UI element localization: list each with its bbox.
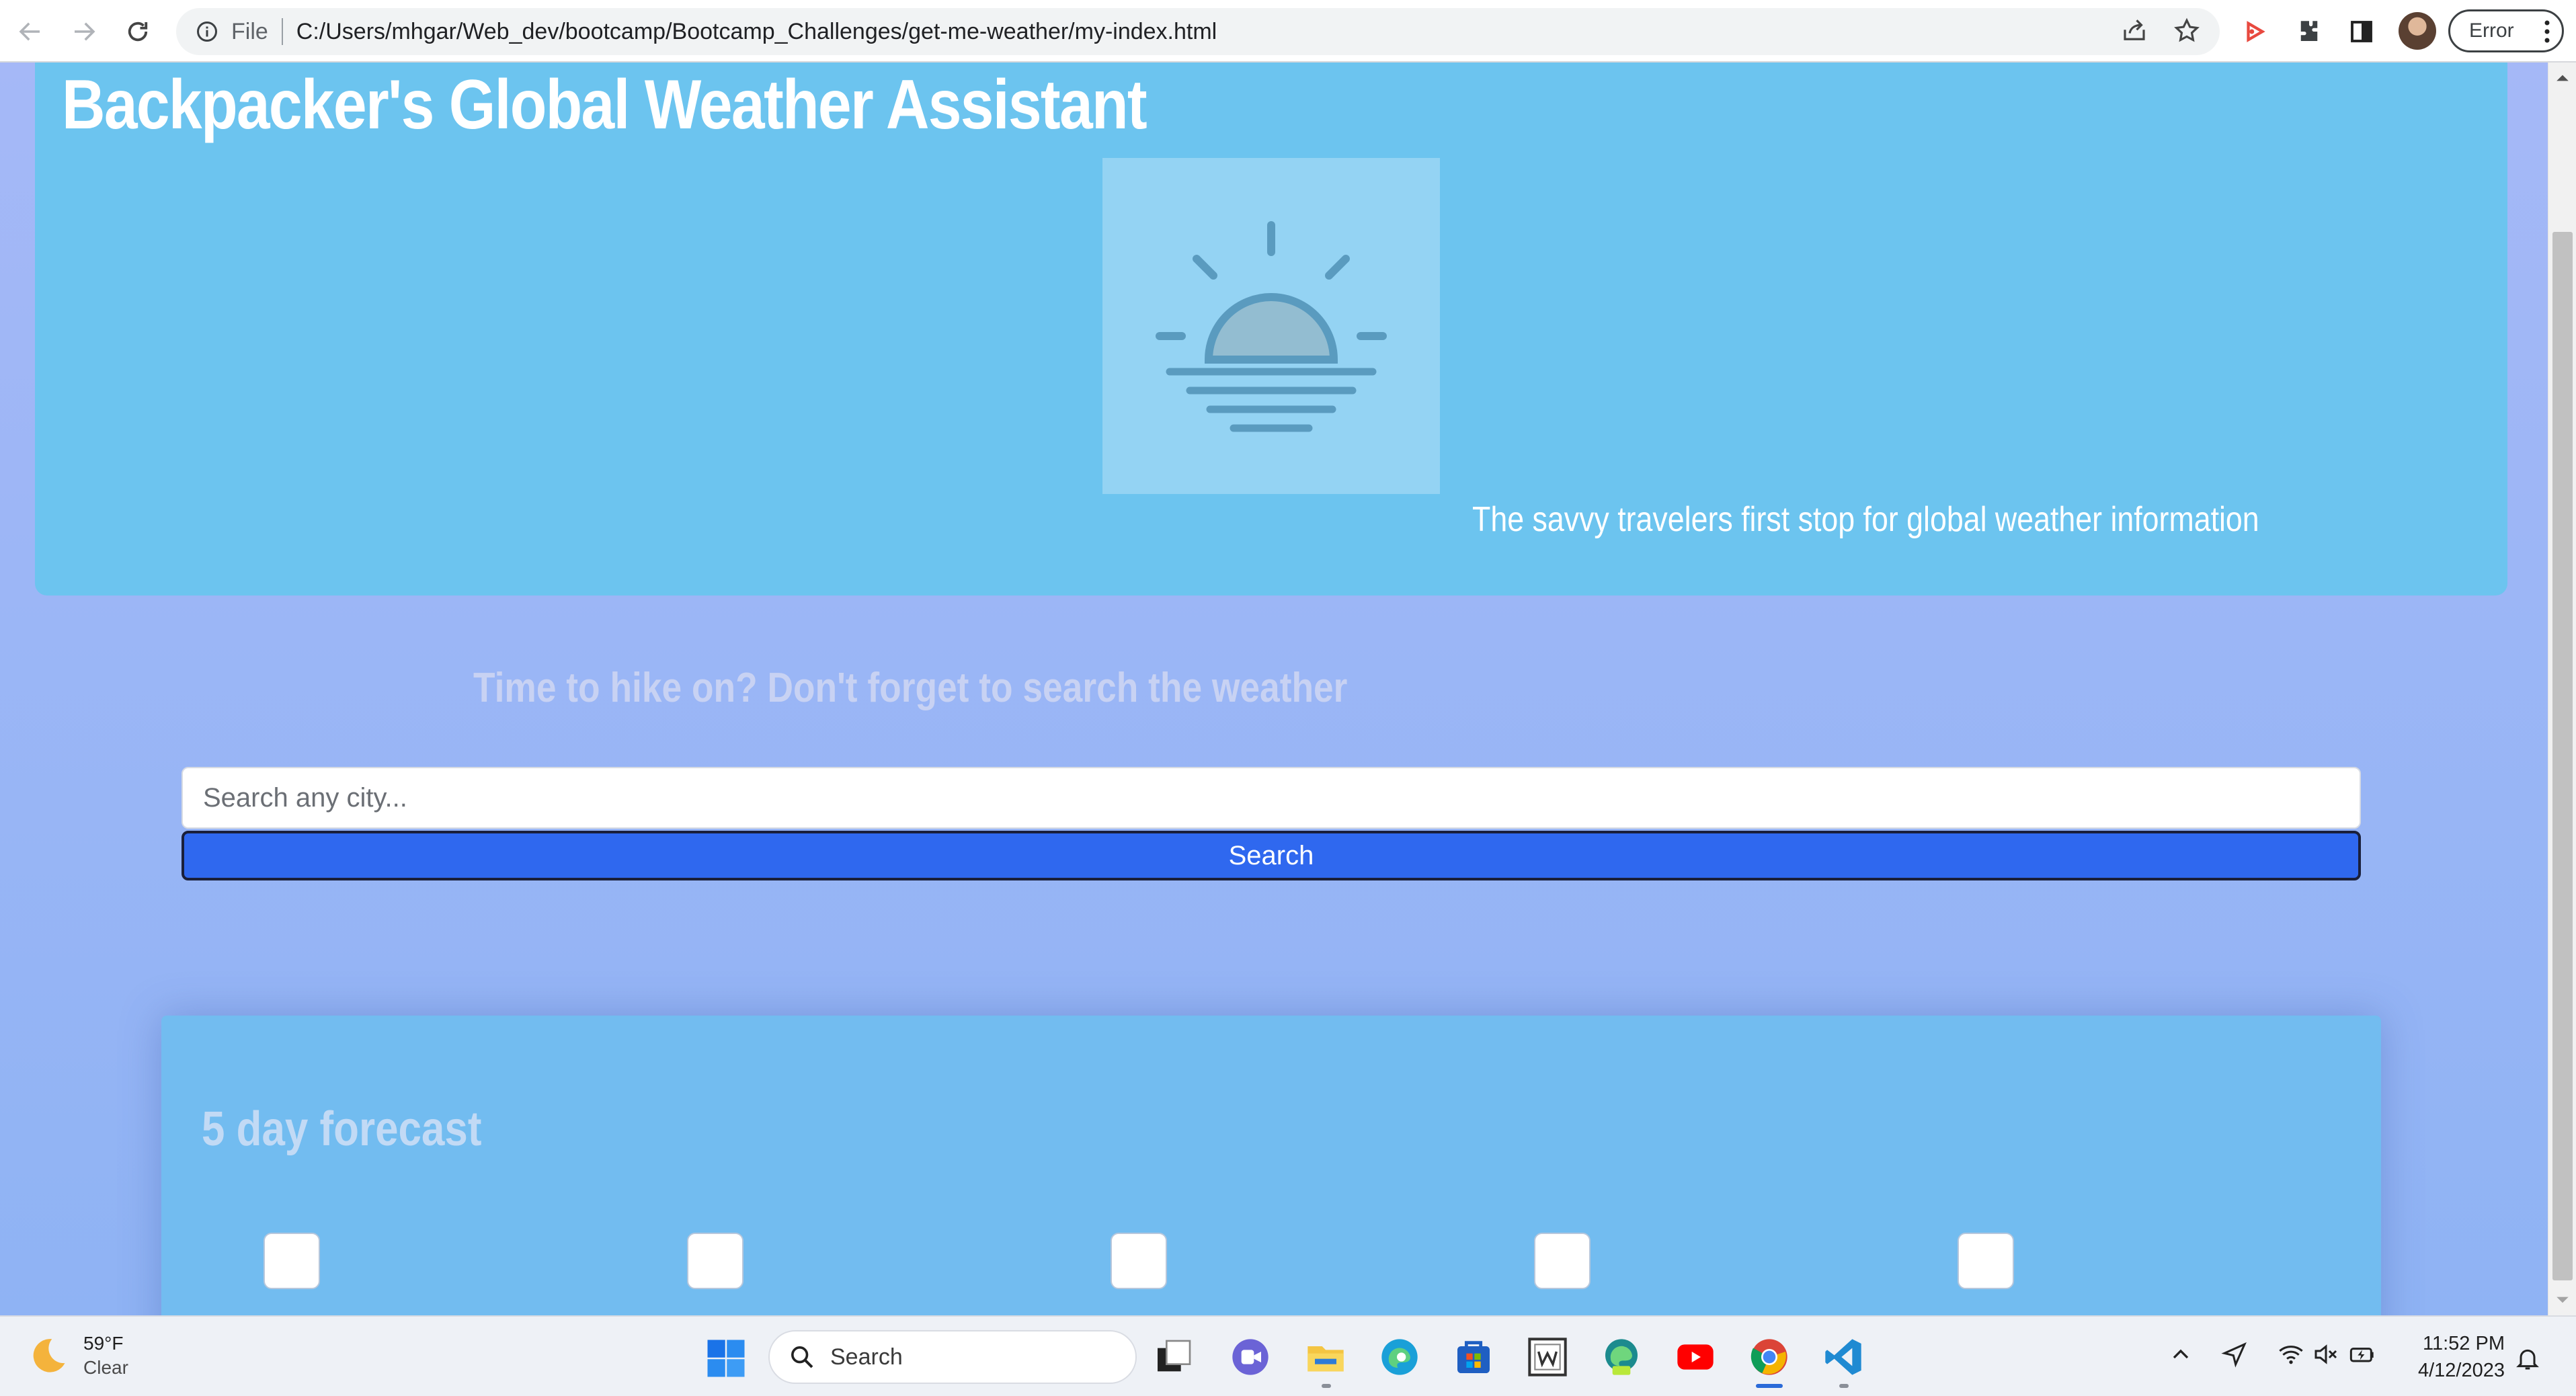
system-tray (2167, 1341, 2376, 1368)
file-explorer-icon[interactable] (1304, 1336, 1347, 1379)
more-menu-icon[interactable] (2544, 19, 2550, 44)
hero-tagline: The savvy travelers first stop for globa… (1472, 500, 2259, 539)
side-panel-icon[interactable] (2345, 15, 2378, 48)
extension-red-icon[interactable] (2239, 15, 2272, 48)
store-icon[interactable] (1452, 1336, 1495, 1379)
vscode-icon[interactable] (1822, 1336, 1865, 1379)
bookmark-star-icon[interactable] (2173, 17, 2201, 45)
chat-icon[interactable] (1229, 1336, 1272, 1379)
moon-icon (33, 1339, 65, 1372)
edge-dev-icon[interactable] (1600, 1336, 1643, 1379)
forecast-title: 5 day forecast (202, 1102, 482, 1156)
omnibox-separator (281, 18, 283, 45)
taskbar-search-box[interactable]: Search (768, 1330, 1137, 1384)
profile-avatar[interactable] (2399, 12, 2436, 50)
profile-error-button[interactable]: Error (2448, 9, 2564, 52)
word-icon[interactable] (1526, 1336, 1569, 1379)
scroll-up-arrow-icon[interactable] (2555, 71, 2570, 85)
windows-start-icon[interactable] (706, 1338, 746, 1379)
city-search-input[interactable] (182, 767, 2361, 829)
browser-toolbar: File C:/Users/mhgar/Web_dev/bootcamp/Boo… (0, 0, 2576, 63)
windows-taskbar: 59°F Clear Search 11:52 PM 4/12/2023 (0, 1315, 2576, 1396)
clock-date: 4/12/2023 (2417, 1360, 2505, 1381)
taskbar-search-label: Search (830, 1344, 903, 1370)
forecast-day-card (687, 1233, 743, 1289)
weather-widget[interactable]: 59°F Clear (24, 1331, 128, 1380)
hero-banner: Backpacker's Global Weather Assistant Th… (35, 63, 2507, 596)
forecast-day-card (1534, 1233, 1591, 1289)
vscode-running-indicator (1839, 1384, 1849, 1388)
wifi-icon[interactable] (2278, 1341, 2304, 1368)
file-scheme-label: File (231, 18, 268, 44)
chrome-active-indicator (1756, 1384, 1783, 1388)
scroll-down-arrow-icon[interactable] (2555, 1292, 2570, 1307)
clock-time: 11:52 PM (2423, 1333, 2505, 1354)
battery-charging-icon[interactable] (2349, 1341, 2376, 1368)
weather-temp: 59°F (83, 1333, 124, 1354)
info-icon[interactable] (195, 19, 219, 44)
vertical-scrollbar[interactable] (2548, 63, 2576, 1315)
youtube-icon[interactable] (1674, 1336, 1717, 1379)
address-bar[interactable]: File C:/Users/mhgar/Web_dev/bootcamp/Boo… (176, 8, 2220, 55)
search-button[interactable]: Search (182, 831, 2361, 880)
location-icon[interactable] (2221, 1341, 2248, 1368)
file-explorer-running-indicator (1322, 1384, 1331, 1388)
forecast-day-card (1958, 1233, 2014, 1289)
edge-icon[interactable] (1378, 1336, 1421, 1379)
page-title: Backpacker's Global Weather Assistant (62, 66, 1148, 144)
sunrise-icon (1156, 221, 1387, 432)
weather-condition: Clear (83, 1357, 128, 1378)
extensions-puzzle-icon[interactable] (2292, 15, 2326, 48)
back-arrow-icon[interactable] (12, 13, 48, 50)
url-text[interactable]: C:/Users/mhgar/Web_dev/bootcamp/Bootcamp… (296, 19, 1217, 45)
forecast-day-card (1111, 1233, 1167, 1289)
search-prompt: Time to hike on? Don't forget to search … (473, 665, 1348, 711)
task-view-icon[interactable] (1152, 1336, 1195, 1379)
scrollbar-thumb[interactable] (2552, 232, 2573, 1280)
share-icon[interactable] (2120, 17, 2148, 45)
system-clock[interactable]: 11:52 PM 4/12/2023 (2407, 1330, 2505, 1384)
forecast-day-card (264, 1233, 320, 1289)
speaker-muted-icon[interactable] (2312, 1341, 2339, 1368)
notification-bell-icon[interactable] (2514, 1345, 2541, 1372)
sunrise-logo (1102, 158, 1440, 494)
reload-icon[interactable] (120, 13, 156, 50)
page-viewport: Backpacker's Global Weather Assistant Th… (0, 63, 2548, 1315)
search-icon (791, 1346, 813, 1368)
chrome-icon[interactable] (1748, 1336, 1791, 1379)
forecast-section: 5 day forecast (161, 1016, 2381, 1315)
forward-arrow-icon[interactable] (66, 13, 102, 50)
chevron-up-icon[interactable] (2167, 1341, 2194, 1368)
profile-error-label: Error (2469, 19, 2514, 42)
